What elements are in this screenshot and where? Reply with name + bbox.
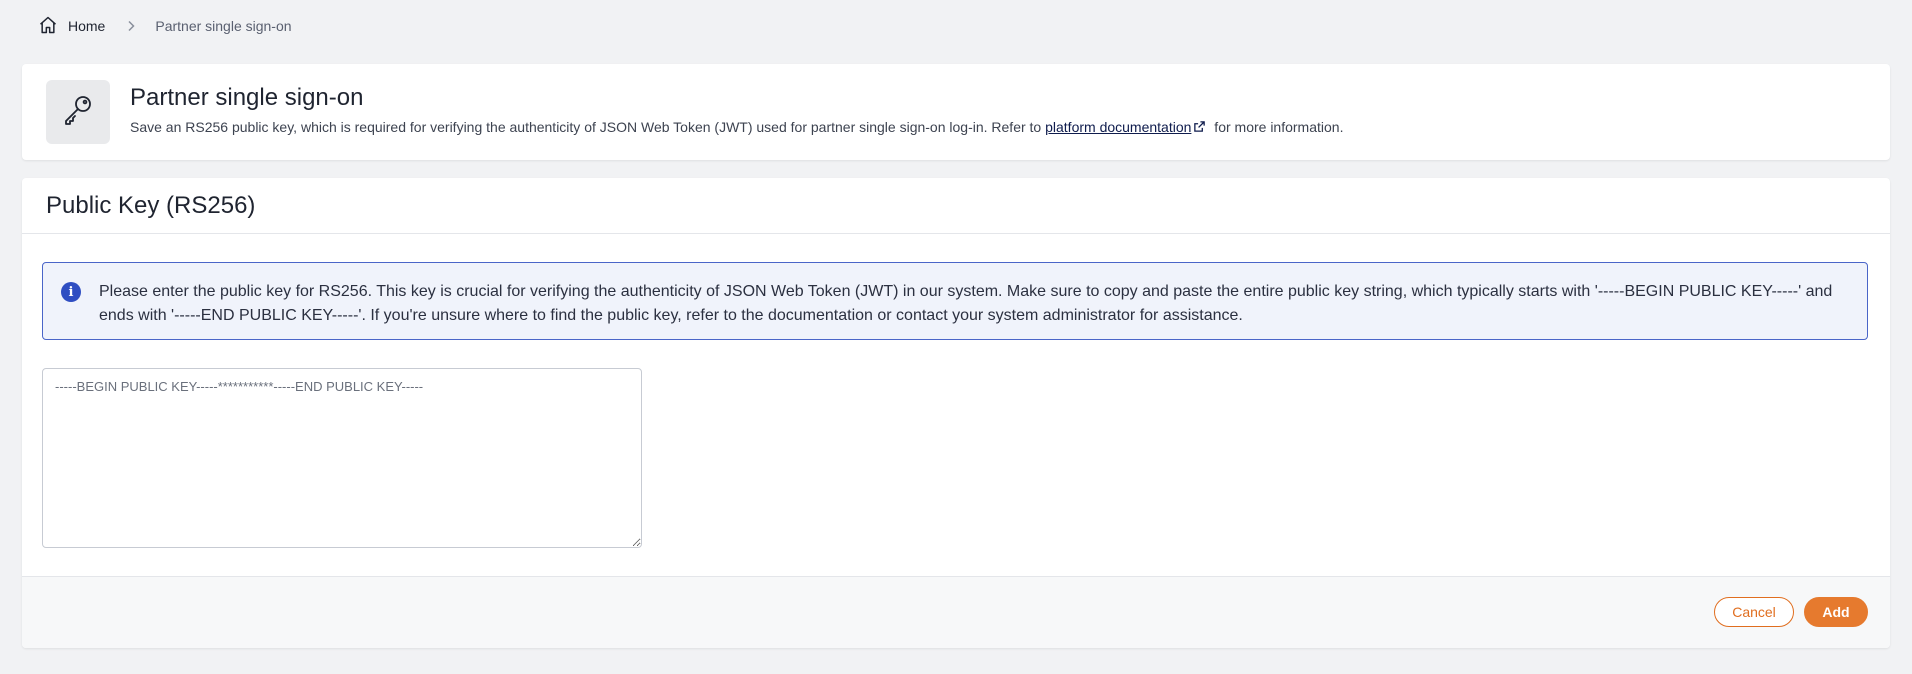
platform-documentation-link[interactable]: platform documentation [1045, 119, 1210, 135]
page-title: Partner single sign-on [130, 84, 364, 111]
breadcrumb: Home Partner single sign-on [38, 14, 292, 38]
breadcrumb-current: Partner single sign-on [155, 18, 292, 34]
external-link-icon [1193, 120, 1206, 133]
info-alert-text: Please enter the public key for RS256. T… [99, 283, 1833, 324]
cancel-button[interactable]: Cancel [1714, 597, 1794, 627]
info-icon: i [61, 282, 81, 302]
description-text-end: for more information. [1210, 119, 1344, 135]
breadcrumb-home-link[interactable]: Home [38, 15, 105, 38]
public-key-field [42, 368, 642, 548]
page-description: Save an RS256 public key, which is requi… [130, 119, 1343, 135]
form-footer: Cancel Add [22, 576, 1890, 648]
public-key-textarea[interactable] [42, 368, 642, 548]
documentation-link-label: platform documentation [1045, 119, 1192, 135]
public-key-form-card: Public Key (RS256) i Please enter the pu… [22, 178, 1890, 648]
key-icon-tile [46, 80, 110, 144]
home-icon [38, 15, 58, 38]
info-alert: i Please enter the public key for RS256.… [42, 262, 1868, 340]
section-divider [22, 233, 1890, 234]
add-button[interactable]: Add [1804, 597, 1868, 627]
key-icon [61, 93, 95, 132]
page-header-card: Partner single sign-on Save an RS256 pub… [22, 64, 1890, 160]
section-title: Public Key (RS256) [46, 192, 256, 219]
description-text: Save an RS256 public key, which is requi… [130, 119, 1046, 135]
breadcrumb-home-label: Home [68, 18, 106, 34]
chevron-right-icon [125, 20, 137, 32]
